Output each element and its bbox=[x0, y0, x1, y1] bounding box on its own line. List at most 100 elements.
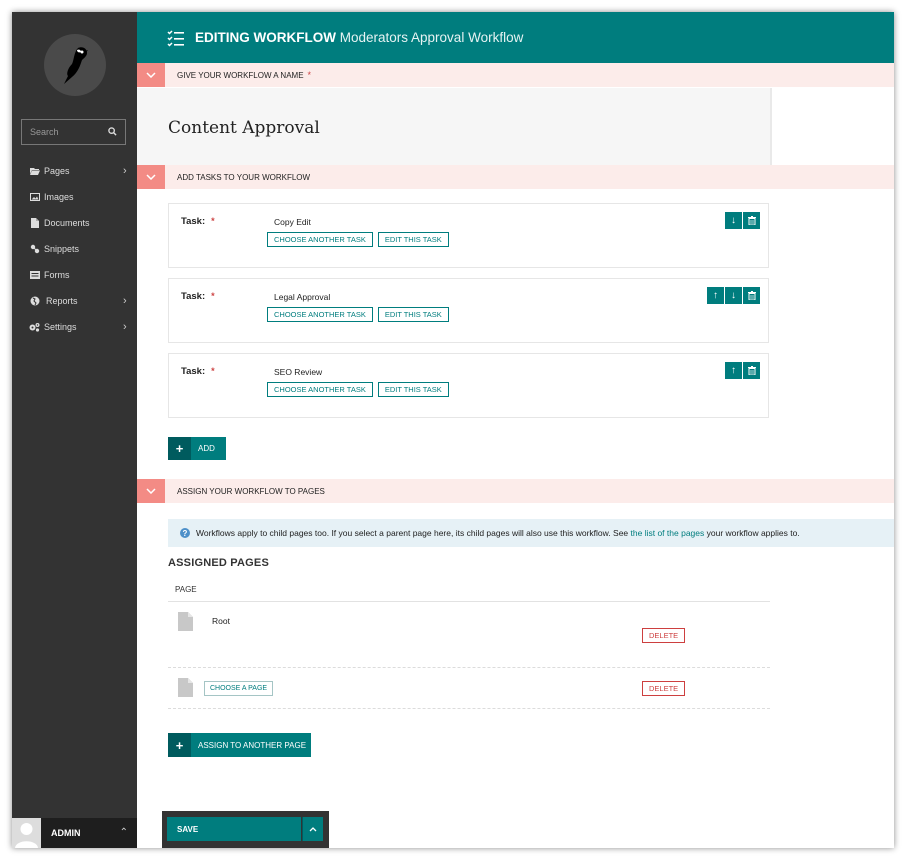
move-down-icon[interactable]: ↓ bbox=[725, 212, 742, 229]
avatar bbox=[12, 818, 41, 848]
divider bbox=[168, 601, 770, 602]
image-icon bbox=[29, 192, 40, 202]
delete-icon[interactable] bbox=[743, 212, 760, 229]
task-name: Legal Approval bbox=[274, 292, 331, 302]
divider bbox=[168, 667, 770, 668]
wagtail-logo[interactable] bbox=[44, 34, 106, 96]
help-text: Workflows apply to child pages too. If y… bbox=[196, 528, 800, 538]
chevron-down-icon bbox=[146, 72, 156, 78]
help-text-before: Workflows apply to child pages too. If y… bbox=[196, 528, 629, 538]
chevron-up-icon bbox=[309, 826, 317, 831]
account-name: ADMIN bbox=[51, 828, 81, 838]
sidebar: Search Pages › Images Documents Snippets… bbox=[12, 12, 137, 848]
choose-another-task-button[interactable]: CHOOSE ANOTHER TASK bbox=[267, 382, 373, 397]
task-item: Task: * Legal Approval CHOOSE ANOTHER TAS… bbox=[168, 278, 769, 343]
sidebar-item-label: Reports bbox=[46, 296, 78, 306]
add-task-label: ADD bbox=[198, 444, 215, 453]
task-label-text: Task: bbox=[181, 216, 206, 227]
section-label: ADD TASKS TO YOUR WORKFLOW bbox=[177, 172, 311, 182]
app-window: Search Pages › Images Documents Snippets… bbox=[12, 12, 894, 848]
edit-task-button[interactable]: EDIT THIS TASK bbox=[377, 232, 449, 247]
required-marker: * bbox=[211, 216, 215, 226]
assign-page-label: ASSIGN TO ANOTHER PAGE bbox=[198, 740, 307, 750]
page-title-action: EDITING WORKFLOW bbox=[195, 30, 336, 45]
sidebar-item-label: Pages bbox=[44, 166, 70, 176]
account-menu[interactable]: ADMIN ⌃ bbox=[12, 818, 137, 848]
move-up-icon[interactable]: ↑ bbox=[725, 362, 742, 379]
chevron-down-icon bbox=[146, 488, 156, 494]
plus-icon: + bbox=[168, 733, 191, 757]
section-label: ASSIGN YOUR WORKFLOW TO PAGES bbox=[177, 486, 325, 496]
task-label: Task: * bbox=[181, 216, 215, 227]
delete-icon[interactable] bbox=[743, 362, 760, 379]
sidebar-item-label: Forms bbox=[44, 270, 70, 280]
section-header-name[interactable]: GIVE YOUR WORKFLOW A NAME * bbox=[137, 63, 894, 87]
sidebar-item-documents[interactable]: Documents bbox=[12, 210, 137, 236]
delete-page-button[interactable]: DELETE bbox=[642, 628, 686, 643]
main-menu: Pages › Images Documents Snippets Forms … bbox=[12, 158, 137, 340]
assigned-page-title: Root bbox=[212, 616, 230, 626]
assigned-pages-heading: ASSIGNED PAGES bbox=[168, 557, 270, 569]
more-actions-toggle[interactable] bbox=[302, 817, 323, 841]
edit-task-button[interactable]: EDIT THIS TASK bbox=[377, 382, 449, 397]
section-label: GIVE YOUR WORKFLOW A NAME bbox=[177, 70, 304, 80]
task-buttons: CHOOSE ANOTHER TASK EDIT THIS TASK bbox=[267, 307, 449, 322]
collapse-toggle[interactable] bbox=[137, 479, 165, 503]
save-button[interactable]: SAVE bbox=[167, 817, 301, 841]
choose-another-task-button[interactable]: CHOOSE ANOTHER TASK bbox=[267, 232, 373, 247]
task-actions: ↑ bbox=[725, 362, 760, 379]
sidebar-item-forms[interactable]: Forms bbox=[12, 262, 137, 288]
search-input[interactable]: Search bbox=[21, 119, 126, 145]
divider bbox=[168, 708, 770, 709]
chevron-right-icon: › bbox=[123, 321, 127, 333]
collapse-toggle[interactable] bbox=[137, 165, 165, 189]
choose-another-task-button[interactable]: CHOOSE ANOTHER TASK bbox=[267, 307, 373, 322]
sidebar-item-label: Snippets bbox=[44, 244, 80, 254]
move-up-icon[interactable]: ↑ bbox=[707, 287, 724, 304]
collapse-toggle[interactable] bbox=[137, 63, 165, 87]
workflow-name-field[interactable]: Content Approval bbox=[137, 88, 772, 165]
help-icon: ? bbox=[180, 528, 190, 538]
delete-page-button[interactable]: DELETE bbox=[642, 681, 686, 696]
task-label-text: Task: bbox=[181, 366, 206, 377]
choose-page-button[interactable]: CHOOSE A PAGE bbox=[204, 681, 274, 696]
task-actions: ↑ ↓ bbox=[707, 287, 760, 304]
sidebar-item-label: Images bbox=[44, 192, 74, 202]
task-buttons: CHOOSE ANOTHER TASK EDIT THIS TASK bbox=[267, 382, 449, 397]
required-marker: * bbox=[211, 366, 215, 376]
page-column-header: PAGE bbox=[175, 585, 197, 594]
workflow-name-value[interactable]: Content Approval bbox=[168, 118, 320, 138]
sidebar-item-images[interactable]: Images bbox=[12, 184, 137, 210]
delete-icon[interactable] bbox=[743, 287, 760, 304]
chevron-up-icon[interactable]: ⌃ bbox=[120, 827, 128, 838]
workflow-tasks-icon bbox=[167, 29, 184, 47]
sidebar-item-pages[interactable]: Pages › bbox=[12, 158, 137, 184]
task-label: Task: * bbox=[181, 366, 215, 377]
task-actions: ↓ bbox=[725, 212, 760, 229]
search-icon[interactable] bbox=[108, 127, 117, 136]
page-title-subtitle: Moderators Approval Workflow bbox=[339, 30, 524, 45]
bird-logo-icon bbox=[64, 47, 88, 84]
move-down-icon[interactable]: ↓ bbox=[725, 287, 742, 304]
cogs-icon bbox=[29, 322, 40, 332]
assign-page-button[interactable]: + ASSIGN TO ANOTHER PAGE bbox=[168, 733, 311, 757]
section-header-pages[interactable]: ASSIGN YOUR WORKFLOW TO PAGES bbox=[137, 479, 894, 503]
sidebar-item-label: Settings bbox=[44, 322, 77, 332]
sidebar-item-snippets[interactable]: Snippets bbox=[12, 236, 137, 262]
default-avatar-icon bbox=[15, 823, 38, 848]
sidebar-item-reports[interactable]: Reports › bbox=[12, 288, 137, 314]
task-name: SEO Review bbox=[274, 367, 323, 377]
form-icon bbox=[29, 270, 40, 280]
add-task-button[interactable]: + ADD bbox=[168, 437, 226, 460]
required-marker: * bbox=[307, 70, 312, 80]
footer-actions: SAVE bbox=[162, 811, 329, 848]
chevron-right-icon: › bbox=[123, 295, 127, 307]
edit-task-button[interactable]: EDIT THIS TASK bbox=[377, 307, 449, 322]
sidebar-item-settings[interactable]: Settings › bbox=[12, 314, 137, 340]
task-name: Copy Edit bbox=[274, 217, 311, 227]
pages-list-link[interactable]: the list of the pages bbox=[631, 528, 705, 538]
task-item: Task: * SEO Review CHOOSE ANOTHER TASK ED… bbox=[168, 353, 769, 418]
page-title: EDITING WORKFLOW Moderators Approval Wor… bbox=[195, 30, 523, 45]
task-buttons: CHOOSE ANOTHER TASK EDIT THIS TASK bbox=[267, 232, 449, 247]
section-header-tasks[interactable]: ADD TASKS TO YOUR WORKFLOW bbox=[137, 165, 894, 189]
